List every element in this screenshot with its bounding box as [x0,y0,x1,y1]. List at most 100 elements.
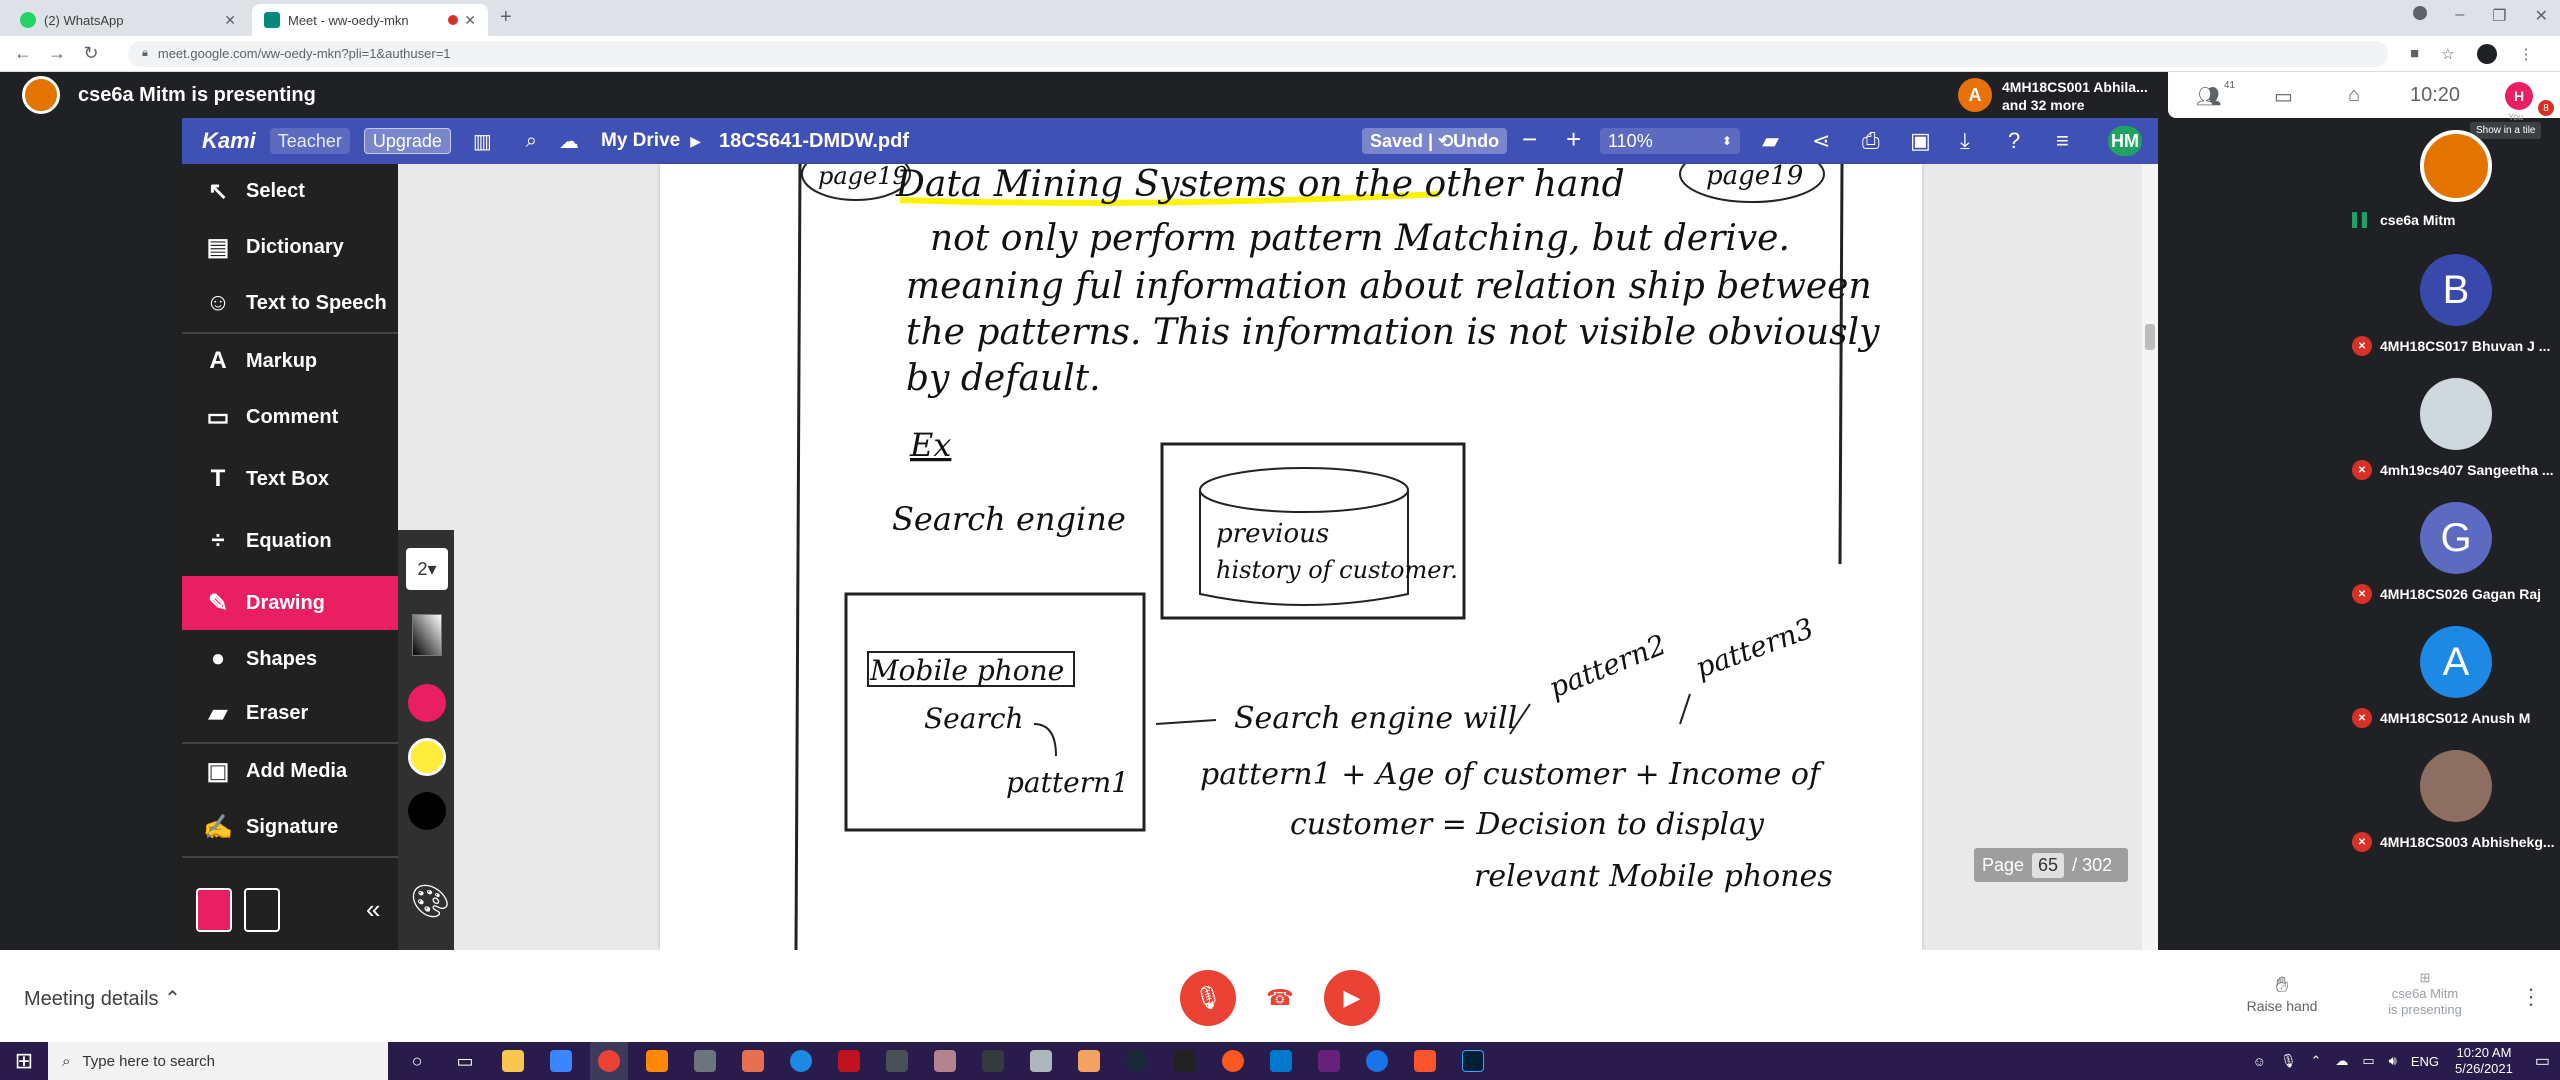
app-icon[interactable] [734,1042,772,1080]
self-avatar[interactable]: H [2505,82,2533,110]
forward-icon[interactable]: → [40,43,74,64]
scrollbar-thumb[interactable] [2145,324,2155,350]
mic-off-button[interactable]: 🎙︎ [1180,970,1236,1026]
upgrade-button[interactable]: Upgrade [363,128,451,154]
people-icon[interactable]: 👥︎ [2196,84,2221,109]
minimize-icon[interactable]: – [2455,6,2464,26]
tool-dictionary[interactable]: ▤ Dictionary [182,220,398,274]
avatar[interactable] [2476,43,2497,64]
join-notification[interactable]: A 4MH18CS001 Abhila... and 32 more [1958,78,2148,114]
cortana-icon[interactable]: ○ [398,1042,436,1080]
tool-eraser[interactable]: ▰ Eraser [182,686,398,740]
app-icon[interactable] [1358,1042,1396,1080]
language-indicator[interactable]: ENG [2411,1054,2439,1069]
single-page-view-button[interactable] [196,888,232,932]
tab-whatsapp[interactable]: (2) WhatsApp ✕ [8,4,248,36]
bookmark-star-icon[interactable]: ☆ [2441,45,2454,63]
save-undo-button[interactable]: Saved | ⟲Undo [1362,128,1508,154]
cloud-icon[interactable]: ☁ [2335,1053,2348,1069]
windows-start-icon[interactable]: ⊞ [0,1048,48,1074]
person-icon[interactable]: ☺ [2253,1054,2266,1069]
notifications-icon[interactable]: ▭ [2535,1051,2550,1071]
tool-equation[interactable]: ÷ Equation [182,514,398,568]
chat-icon[interactable]: ▭ [2274,84,2293,109]
taskbar-search[interactable]: ⌕ Type here to search [48,1042,388,1080]
download-icon[interactable]: ⤓ [1960,128,1970,154]
tool-drawing[interactable]: ✎ Drawing [182,576,398,630]
back-icon[interactable]: ← [6,43,40,64]
page-scrollbar[interactable] [2142,164,2158,950]
zoom-out-button[interactable]: − [1522,124,1537,155]
tool-comment[interactable]: ▭ Comment [182,390,398,444]
help-icon[interactable]: ? [2008,128,2020,154]
drive-breadcrumb[interactable]: My Drive [601,130,680,152]
participant-tile[interactable]: ▌▌ cse6a Mitm [2344,130,2560,250]
sidebar-toggle-icon[interactable]: ▥ [473,129,492,154]
app-icon[interactable] [1214,1042,1252,1080]
user-avatar[interactable]: HM [2108,126,2142,156]
activities-icon[interactable]: ⌂ [2348,84,2360,107]
participant-tile[interactable]: ✕ 4MH18CS003 Abhishekg... [2344,750,2560,870]
menu-icon[interactable]: ≡ [2056,128,2069,154]
steam-icon[interactable] [1118,1042,1156,1080]
tool-signature[interactable]: ✍ Signature [182,800,398,854]
game-icon[interactable] [830,1042,868,1080]
zoom-select[interactable]: 110% ⬍ [1600,128,1740,154]
photoshop-icon[interactable] [1454,1042,1492,1080]
meeting-details-button[interactable]: Meeting details ⌃ [24,986,181,1011]
page-number-input[interactable]: 65 [2032,852,2065,878]
app-icon[interactable] [782,1042,820,1080]
visual-studio-icon[interactable] [1310,1042,1348,1080]
vscode-icon[interactable] [1262,1042,1300,1080]
brave-icon[interactable] [1406,1042,1444,1080]
print-icon[interactable]: ⎙ [1862,128,1880,154]
tool-add-media[interactable]: ▣ Add Media [182,744,398,798]
camera-icon[interactable]: ■ [2410,45,2419,62]
participant-tile[interactable]: A ✕ 4MH18CS012 Anush M [2344,626,2560,746]
app-icon[interactable] [686,1042,724,1080]
close-tab-icon[interactable]: ✕ [224,12,236,29]
mic-icon[interactable]: 🎙︎ [2280,1053,2297,1069]
task-view-icon[interactable]: ▭ [446,1042,484,1080]
share-icon[interactable]: ⋖ [1812,128,1830,154]
battery-icon[interactable]: ▭ [2362,1053,2374,1069]
reload-icon[interactable]: ↻ [74,43,108,64]
game-icon[interactable] [1022,1042,1060,1080]
menu-icon[interactable]: ⋮ [2519,45,2534,63]
zoom-in-button[interactable]: + [1566,124,1581,155]
tool-text-box[interactable]: T Text Box [182,452,398,506]
participant-tile[interactable]: B ✕ 4MH18CS017 Bhuvan J ... [2344,254,2560,374]
camera-off-button[interactable]: ▶ [1324,970,1380,1026]
url-field[interactable]: 🔒︎ meet.google.com/ww-oedy-mkn?pli=1&aut… [128,40,2388,67]
more-options-icon[interactable]: ⋮ [2520,984,2542,1010]
game-icon[interactable] [926,1042,964,1080]
close-tab-icon[interactable]: ✕ [464,12,476,29]
folder-icon[interactable]: ▰ [1762,128,1779,154]
store-icon[interactable] [542,1042,580,1080]
volume-icon[interactable]: 🔊︎ [2389,1053,2397,1069]
participant-tile[interactable]: ✕ 4mh19cs407 Sangeetha ... [2344,378,2560,498]
profile-icon[interactable] [2413,6,2428,20]
chevron-up-icon[interactable]: ⌃ [2310,1053,2321,1069]
tool-markup[interactable]: A Markup [182,334,398,388]
leave-call-button[interactable]: ☎ [1252,970,1308,1026]
epic-games-icon[interactable] [1166,1042,1204,1080]
tool-select[interactable]: ↖ Select [182,164,398,218]
tool-shapes[interactable]: ● Shapes [182,632,398,686]
file-explorer-icon[interactable] [494,1042,532,1080]
raise-hand-button[interactable]: ✋︎ Raise hand [2246,972,2318,1014]
game-icon[interactable] [974,1042,1012,1080]
restore-icon[interactable]: ❐ [2492,6,2506,26]
tab-meet[interactable]: Meet - ww-oedy-mkn ✕ [252,4,488,36]
save-icon[interactable]: ▣ [1910,128,1931,154]
search-icon[interactable]: ⌕ [526,130,537,153]
tool-text-to-speech[interactable]: ☺ Text to Speech [182,276,398,330]
collapse-sidebar-icon[interactable]: « [366,894,380,925]
vlc-icon[interactable] [638,1042,676,1080]
pdf-page[interactable]: page19 page19 Data Mining Systems on the… [660,164,1922,950]
participant-tile[interactable]: G ✕ 4MH18CS026 Gagan Raj [2344,502,2560,622]
two-page-view-button[interactable] [244,888,280,932]
taskbar-clock[interactable]: 10:20 AM 5/26/2021 [2455,1045,2513,1077]
close-window-icon[interactable]: ✕ [2535,6,2548,26]
game-icon[interactable] [1070,1042,1108,1080]
